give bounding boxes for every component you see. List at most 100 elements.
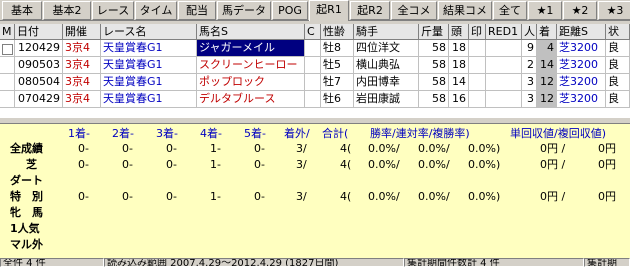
checkbox-icon[interactable]	[2, 43, 13, 55]
cell-jockey: 横山典弘	[354, 57, 419, 74]
stats-rate: 0.0%)	[468, 190, 501, 203]
cell-horse[interactable]: デルタブルース	[197, 91, 305, 108]
tab-horse-data[interactable]: 馬データ	[217, 1, 271, 20]
tab-r2[interactable]: 起R2	[350, 1, 390, 20]
row-mark[interactable]	[0, 57, 15, 74]
splitter[interactable]	[0, 117, 630, 124]
status-range: 読み込み範囲 2007.4.29～2012.4.29 (1827日間)	[104, 258, 404, 267]
tab-result-comments[interactable]: 結果コメ	[438, 1, 492, 20]
col-header-popularity[interactable]: 人	[522, 24, 537, 40]
cell-weight: 58	[419, 91, 449, 108]
stats-value: 0-	[122, 158, 133, 171]
col-header-heads[interactable]: 頭	[449, 24, 469, 40]
stats-value: 0-	[166, 142, 177, 155]
col-header-race[interactable]: レース名	[101, 24, 197, 40]
stats-value: 0-	[254, 142, 265, 155]
tab-time[interactable]: タイム	[135, 1, 177, 20]
tab-basic[interactable]: 基本	[2, 1, 42, 20]
tab-all-comments[interactable]: 全コメ	[391, 1, 437, 20]
cell-distance: 芝3200	[557, 74, 606, 91]
stats-value: 3/	[296, 190, 307, 203]
cell-condition: 良	[606, 91, 630, 108]
stats-label: 特 別	[10, 190, 43, 203]
tab-bar: 基本 基本2 レース タイム 配当 馬データ POG 起R1 起R2 全コメ 結…	[0, 0, 630, 21]
status-bar: 全件 4 件 読み込み範囲 2007.4.29～2012.4.29 (1827日…	[0, 258, 630, 267]
stats-header-total: 合計(	[322, 127, 349, 140]
stats-label: ダート	[10, 174, 43, 187]
tab-r1[interactable]: 起R1	[309, 0, 349, 21]
cell-rank: 12	[537, 91, 557, 108]
cell-sex-age: 牡7	[321, 74, 354, 91]
table-row[interactable]: 080504 3京4 天皇賞春G1 ポップロック 牡7 内田博幸 58 14 3…	[0, 74, 630, 91]
cell-heads: 18	[449, 40, 469, 57]
status-count: 全件 4 件	[0, 258, 104, 267]
cell-place: 3京4	[63, 57, 101, 74]
cell-sex-age: 牡8	[321, 40, 354, 57]
cell-jockey: 内田博幸	[354, 74, 419, 91]
stats-value: 4(	[340, 190, 352, 203]
stats-value: 1-	[210, 158, 221, 171]
table-row[interactable]: 120429 3京4 天皇賞春G1 ジャガーメイル 牡8 四位洋文 58 18 …	[0, 40, 630, 57]
stats-return: 0円 /	[540, 190, 566, 203]
cell-distance: 芝3200	[557, 57, 606, 74]
stats-header-rate: 勝率/連対率/複勝率)	[370, 127, 470, 140]
cell-horse[interactable]: ポップロック	[197, 74, 305, 91]
tab-pog[interactable]: POG	[272, 1, 308, 20]
cell-date: 090503	[15, 57, 63, 74]
cell-popularity: 9	[522, 40, 537, 57]
cell-mark	[469, 40, 486, 57]
tab-all[interactable]: 全て	[493, 1, 527, 20]
cell-place: 3京4	[63, 74, 101, 91]
stats-header-1st: 1着-	[68, 127, 90, 140]
col-header-place[interactable]: 開催	[63, 24, 101, 40]
cell-c	[305, 74, 321, 91]
cell-heads: 16	[449, 91, 469, 108]
stats-label: 全成績	[10, 142, 43, 155]
stats-rate: 0.0%/	[368, 142, 400, 155]
cell-weight: 58	[419, 57, 449, 74]
col-header-condition[interactable]: 状	[606, 24, 630, 40]
tab-star2[interactable]: ★2	[563, 1, 597, 20]
cell-date: 070429	[15, 91, 63, 108]
col-header-rank[interactable]: 着	[537, 24, 557, 40]
stats-value: 0-	[254, 190, 265, 203]
col-header-c[interactable]: C	[305, 24, 321, 40]
stats-label: 牝 馬	[10, 206, 43, 219]
col-header-red1[interactable]: RED1	[486, 24, 522, 40]
stats-value: 3/	[296, 158, 307, 171]
row-mark[interactable]	[0, 91, 15, 108]
stats-rate: 0.0%/	[418, 190, 450, 203]
stats-value: 1-	[210, 190, 221, 203]
table-row[interactable]: 090503 3京4 天皇賞春G1 スクリーンヒーロー 牡5 横山典弘 58 1…	[0, 57, 630, 74]
col-header-jockey[interactable]: 騎手	[354, 24, 419, 40]
tab-star3[interactable]: ★3	[598, 1, 630, 20]
stats-return: 0円 /	[540, 158, 566, 171]
col-header-date[interactable]: 日付	[15, 24, 63, 40]
cell-horse[interactable]: ジャガーメイル	[197, 40, 305, 57]
status-extra: 集計期	[584, 258, 630, 267]
cell-jockey: 四位洋文	[354, 40, 419, 57]
stats-header-return: 単回収値/複回収値)	[510, 127, 606, 140]
tab-basic2[interactable]: 基本2	[43, 1, 91, 20]
row-mark[interactable]	[0, 74, 15, 91]
col-header-mark2[interactable]: 印	[469, 24, 486, 40]
stats-rate: 0.0%)	[468, 158, 501, 171]
cell-horse[interactable]: スクリーンヒーロー	[197, 57, 305, 74]
stats-return: 0円	[598, 142, 616, 155]
cell-c	[305, 40, 321, 57]
col-header-mark[interactable]: M	[0, 24, 15, 40]
row-checkbox[interactable]	[0, 40, 15, 57]
stats-header-5th: 5着-	[244, 127, 266, 140]
tab-star1[interactable]: ★1	[528, 1, 562, 20]
table-row[interactable]: 070429 3京4 天皇賞春G1 デルタブルース 牡6 岩田康誠 58 16 …	[0, 91, 630, 108]
col-header-sex-age[interactable]: 性齢	[321, 24, 354, 40]
col-header-horse[interactable]: 馬名S	[197, 24, 305, 40]
col-header-distance[interactable]: 距離S	[557, 24, 606, 40]
cell-distance: 芝3200	[557, 91, 606, 108]
tab-race[interactable]: レース	[92, 1, 134, 20]
tab-payout[interactable]: 配当	[178, 1, 216, 20]
cell-mark	[469, 74, 486, 91]
col-header-weight[interactable]: 斤量	[419, 24, 449, 40]
cell-rank: 14	[537, 57, 557, 74]
stats-label: マル外	[10, 238, 43, 251]
